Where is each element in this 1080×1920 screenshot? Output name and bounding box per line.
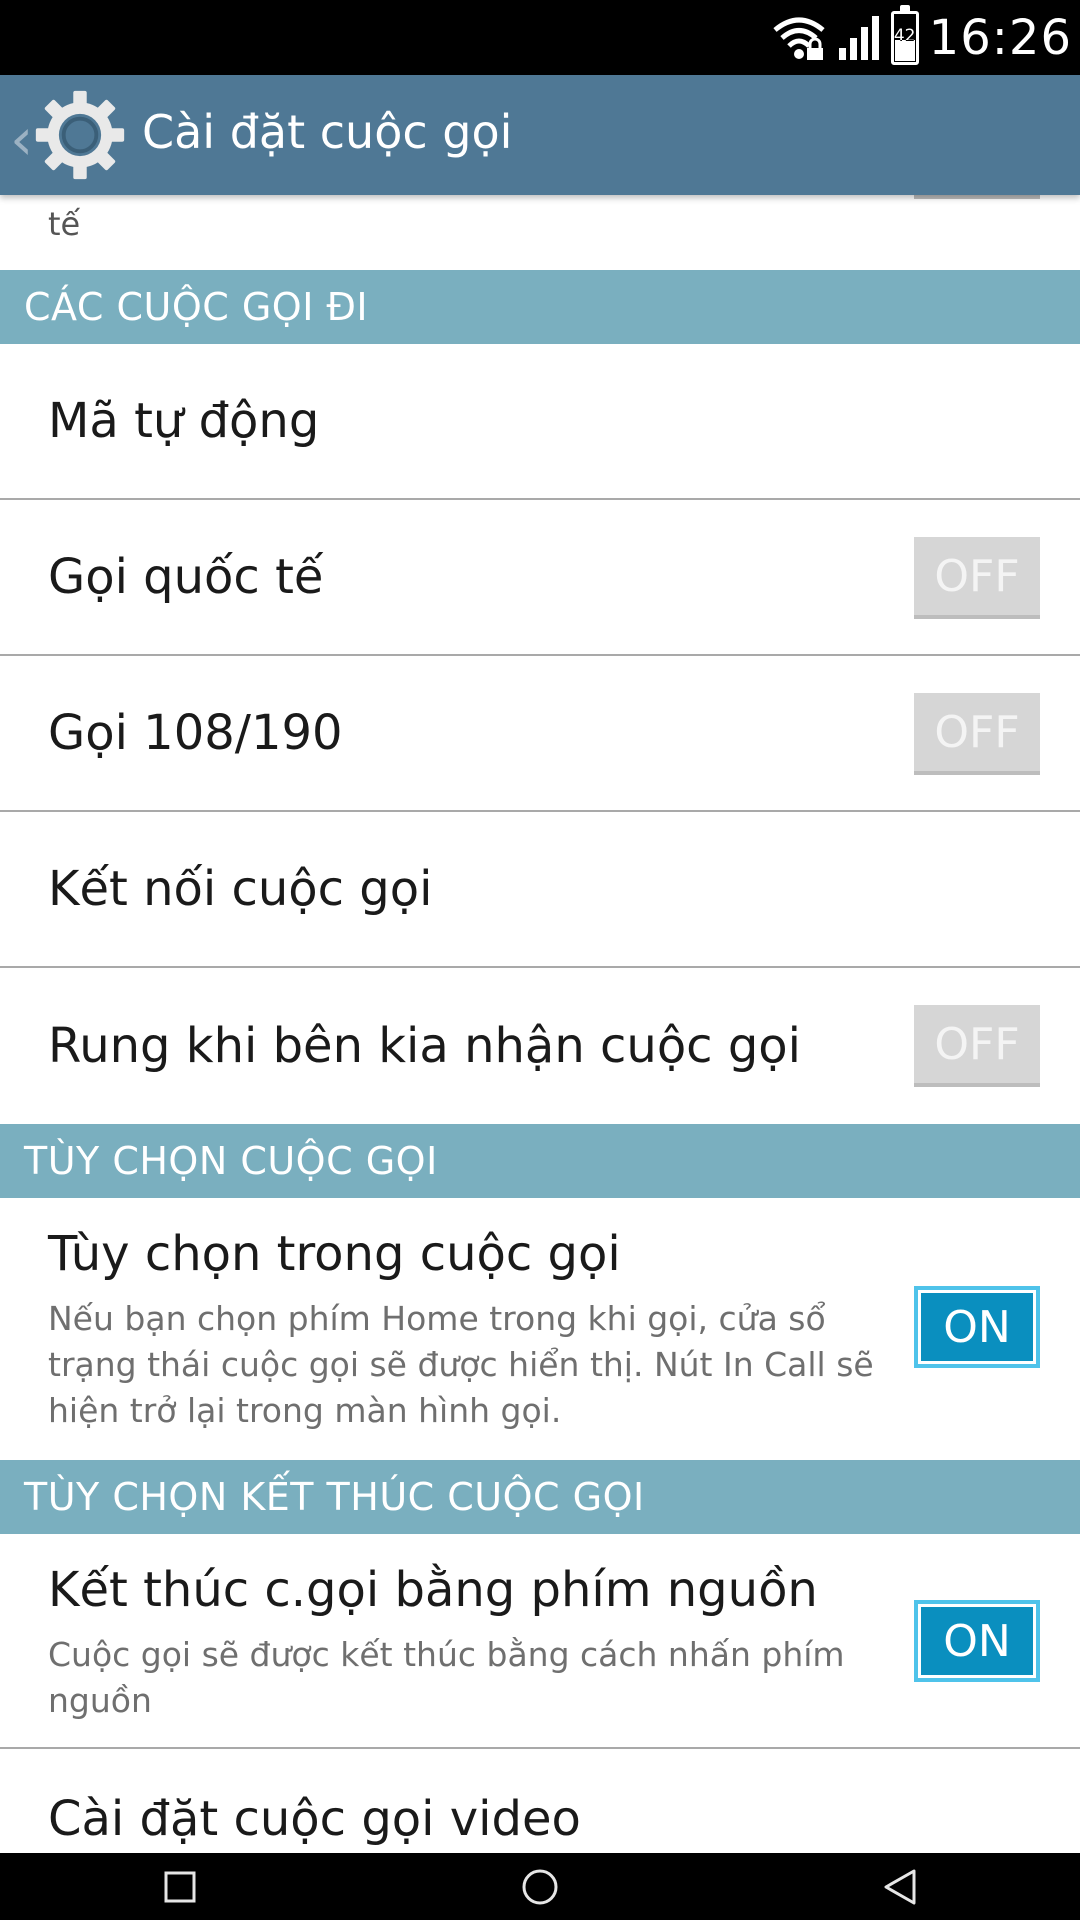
home-button[interactable]	[480, 1853, 600, 1920]
setting-summary: Cuộc gọi sẽ được kết thúc bằng cách nhấn…	[48, 1635, 845, 1720]
recents-button[interactable]	[120, 1853, 240, 1920]
status-time: 16:26	[928, 9, 1072, 66]
setting-call-108-190[interactable]: Gọi 108/190 OFF	[0, 656, 1080, 812]
call-108-190-toggle[interactable]: OFF	[914, 693, 1040, 775]
setting-auto-code[interactable]: Mã tự động	[0, 344, 1080, 500]
action-bar: ‹ Cài đặt cuộc gọi	[0, 75, 1080, 195]
gear-icon[interactable]	[32, 87, 128, 183]
setting-label: Gọi quốc tế	[48, 549, 324, 605]
international-call-toggle[interactable]: OFF	[914, 537, 1040, 619]
setting-label: Gọi 108/190	[48, 705, 343, 761]
partial-item-text: tế	[48, 205, 81, 243]
recents-icon	[164, 1871, 196, 1902]
section-header-call-options: TÙY CHỌN CUỘC GỌI	[0, 1124, 1080, 1198]
vibrate-on-answer-toggle[interactable]: OFF	[914, 1005, 1040, 1087]
wifi-icon	[773, 17, 825, 60]
end-call-power-key-toggle[interactable]: ON	[914, 1600, 1040, 1682]
setting-summary: Nếu bạn chọn phím Home trong khi gọi, cử…	[48, 1299, 874, 1430]
setting-label: Mã tự động	[48, 393, 320, 449]
setting-international-call[interactable]: Gọi quốc tế OFF	[0, 500, 1080, 656]
setting-end-call-power-key[interactable]: Kết thúc c.gọi bằng phím nguồn Cuộc gọi …	[0, 1534, 1080, 1749]
home-icon	[522, 1869, 558, 1904]
setting-vibrate-on-answer[interactable]: Rung khi bên kia nhận cuộc gọi OFF	[0, 968, 1080, 1124]
setting-call-connect[interactable]: Kết nối cuộc gọi	[0, 812, 1080, 968]
battery-icon: 42	[890, 4, 919, 65]
list-item-partial[interactable]: tế	[0, 165, 1080, 270]
in-call-options-toggle[interactable]: ON	[914, 1286, 1040, 1368]
setting-label: Cài đặt cuộc gọi video	[48, 1791, 581, 1847]
settings-list[interactable]: tế CÁC CUỘC GỌI ĐI Mã tự động Gọi quốc t…	[0, 165, 1080, 1859]
page-title: Cài đặt cuộc gọi	[142, 105, 513, 159]
setting-label: Kết thúc c.gọi bằng phím nguồn	[48, 1562, 818, 1618]
section-header-outgoing: CÁC CUỘC GỌI ĐI	[0, 270, 1080, 344]
status-icons: 42 16:26	[771, 0, 1072, 75]
setting-in-call-options[interactable]: Tùy chọn trong cuộc gọi Nếu bạn chọn phí…	[0, 1198, 1080, 1460]
section-header-end-call: TÙY CHỌN KẾT THÚC CUỘC GỌI	[0, 1460, 1080, 1534]
back-icon	[884, 1869, 916, 1904]
setting-label: Tùy chọn trong cuộc gọi	[48, 1226, 621, 1282]
navigation-bar	[0, 1853, 1080, 1920]
setting-video-call[interactable]: Cài đặt cuộc gọi video	[0, 1749, 1080, 1859]
setting-label: Kết nối cuộc gọi	[48, 861, 433, 917]
battery-level: 42	[893, 25, 916, 46]
setting-label: Rung khi bên kia nhận cuộc gọi	[48, 1018, 801, 1074]
chevron-left-icon[interactable]: ‹	[10, 105, 33, 173]
status-bar: 42 16:26	[0, 0, 1080, 75]
signal-icon	[838, 15, 879, 60]
back-button[interactable]	[840, 1853, 960, 1920]
